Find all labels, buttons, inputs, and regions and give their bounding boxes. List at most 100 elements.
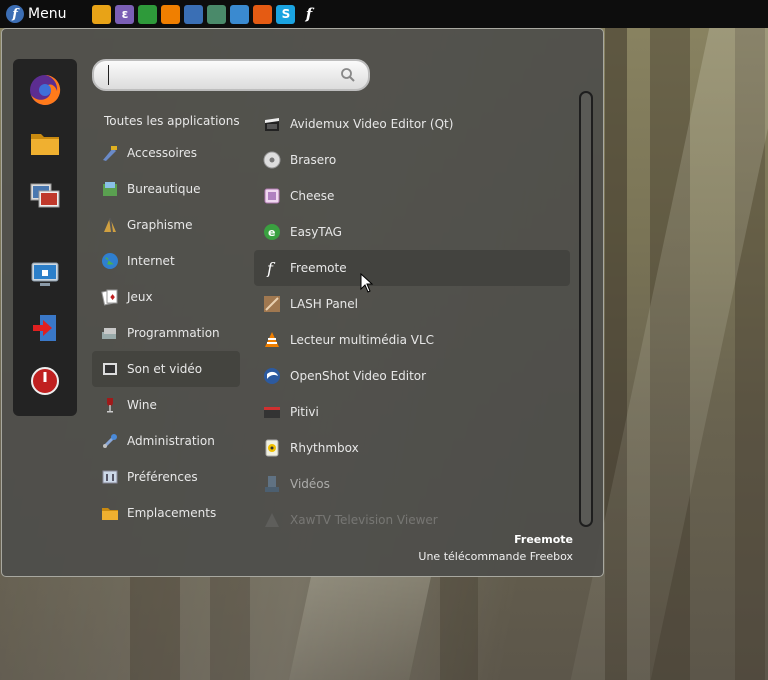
category-label: Emplacements — [127, 506, 217, 520]
image-viewer-icon[interactable] — [184, 4, 204, 24]
emacs-icon[interactable]: ε — [115, 4, 135, 24]
category-label: Programmation — [127, 326, 220, 340]
image-viewer-icon — [30, 183, 60, 208]
office-icon — [100, 179, 120, 199]
folder-icon[interactable] — [92, 4, 112, 24]
category-item[interactable]: Administration — [92, 423, 240, 459]
wine-icon — [100, 395, 120, 415]
category-item[interactable]: Son et vidéo — [92, 351, 240, 387]
menu-label: Menu — [28, 6, 67, 22]
freemote-icon: f — [262, 258, 282, 278]
category-item[interactable]: Programmation — [92, 315, 240, 351]
search-icon[interactable] — [336, 63, 360, 87]
category-item[interactable]: Graphisme — [92, 207, 240, 243]
category-item[interactable]: Wine — [92, 387, 240, 423]
category-item[interactable]: ♦ Jeux — [92, 279, 240, 315]
category-label: Son et vidéo — [127, 362, 203, 376]
fedora-logo-icon: f — [6, 5, 24, 23]
lock-screen-icon — [31, 262, 59, 287]
xawtv-icon — [262, 510, 282, 530]
app-item[interactable]: LASH Panel — [254, 286, 570, 322]
menu-button[interactable]: f Menu — [0, 0, 72, 28]
favorite-image-viewer[interactable] — [27, 178, 63, 213]
description-subtitle: Une télécommande Freebox — [418, 550, 573, 563]
app-label: Avidemux Video Editor (Qt) — [290, 117, 454, 131]
lash-panel-icon — [262, 294, 282, 314]
app-item[interactable]: OpenShot Video Editor — [254, 358, 570, 394]
app-item[interactable]: Cheese — [254, 178, 570, 214]
app-label: Brasero — [290, 153, 337, 167]
vlc-icon — [262, 330, 282, 350]
skype-icon[interactable]: S — [276, 4, 296, 24]
app-label: EasyTAG — [290, 225, 342, 239]
category-label: Internet — [127, 254, 175, 268]
avidemux-icon — [262, 114, 282, 134]
app-label: Lecteur multimédia VLC — [290, 333, 435, 347]
pitivi-icon — [262, 402, 282, 422]
graphics-icon — [100, 215, 120, 235]
monitor-icon[interactable] — [207, 4, 227, 24]
favorite-files[interactable] — [27, 126, 63, 161]
openshot-icon — [262, 366, 282, 386]
games-icon: ♦ — [100, 287, 120, 307]
app-item[interactable]: Brasero — [254, 142, 570, 178]
videos-icon — [262, 474, 282, 494]
app-label: Freemote — [290, 261, 347, 275]
spreadsheet-icon[interactable] — [138, 4, 158, 24]
top-panel: f Menu ε Sf — [0, 0, 768, 28]
app-label: Cheese — [290, 189, 335, 203]
app-item[interactable]: Vidéos — [254, 466, 570, 502]
power-icon — [31, 366, 59, 395]
category-item[interactable]: Bureautique — [92, 171, 240, 207]
window-icon[interactable] — [230, 4, 250, 24]
favorite-logout[interactable] — [27, 311, 63, 346]
favorite-firefox[interactable] — [27, 73, 63, 108]
mouse-cursor-icon — [360, 273, 374, 293]
favorite-lock-screen[interactable] — [27, 258, 63, 293]
app-description: Freemote Une télécommande Freebox — [418, 533, 573, 563]
logout-icon — [33, 314, 56, 341]
search-input[interactable] — [108, 65, 336, 85]
app-item[interactable]: Pitivi — [254, 394, 570, 430]
background-trunk — [210, 577, 250, 680]
rhythmbox-icon — [262, 438, 282, 458]
category-item[interactable]: Accessoires — [92, 135, 240, 171]
category-list: Toutes les applications Accessoires Burea… — [92, 107, 240, 531]
multimedia-icon — [100, 359, 120, 379]
app-item[interactable]: XawTV Television Viewer — [254, 502, 570, 530]
category-item[interactable]: Emplacements — [92, 495, 240, 531]
application-list: Avidemux Video Editor (Qt) Brasero Cheese e… — [254, 106, 570, 530]
app-label: Rhythmbox — [290, 441, 359, 455]
favorites-bar — [13, 59, 77, 416]
app-label: Vidéos — [290, 477, 330, 491]
freemote-icon[interactable]: f — [299, 4, 319, 24]
app-label: LASH Panel — [290, 297, 358, 311]
app-item[interactable]: Avidemux Video Editor (Qt) — [254, 106, 570, 142]
panel-launchers: ε Sf — [92, 4, 319, 24]
firefox-icon[interactable] — [253, 4, 273, 24]
easytag-icon: e — [262, 222, 282, 242]
app-item[interactable]: f Freemote — [254, 250, 570, 286]
scrollbar[interactable] — [579, 91, 593, 527]
app-label: OpenShot Video Editor — [290, 369, 427, 383]
vlc-icon[interactable] — [161, 4, 181, 24]
category-label: Préférences — [127, 470, 198, 484]
app-item[interactable]: Rhythmbox — [254, 430, 570, 466]
background-trunk — [440, 577, 478, 680]
favorite-shutdown[interactable] — [27, 363, 63, 398]
accessories-icon — [100, 143, 120, 163]
category-all-applications[interactable]: Toutes les applications — [92, 107, 240, 135]
search-box[interactable] — [92, 59, 370, 91]
app-item[interactable]: Lecteur multimédia VLC — [254, 322, 570, 358]
administration-icon — [100, 431, 120, 451]
application-menu: Toutes les applications Accessoires Burea… — [1, 28, 604, 577]
app-item[interactable]: e EasyTAG — [254, 214, 570, 250]
category-item[interactable]: Internet — [92, 243, 240, 279]
category-item[interactable]: Préférences — [92, 459, 240, 495]
svg-text:f: f — [266, 259, 276, 277]
folder-icon — [31, 134, 59, 155]
cheese-icon — [262, 186, 282, 206]
svg-text:e: e — [268, 226, 275, 239]
background-trunk — [130, 577, 180, 680]
light-beam — [289, 577, 431, 680]
